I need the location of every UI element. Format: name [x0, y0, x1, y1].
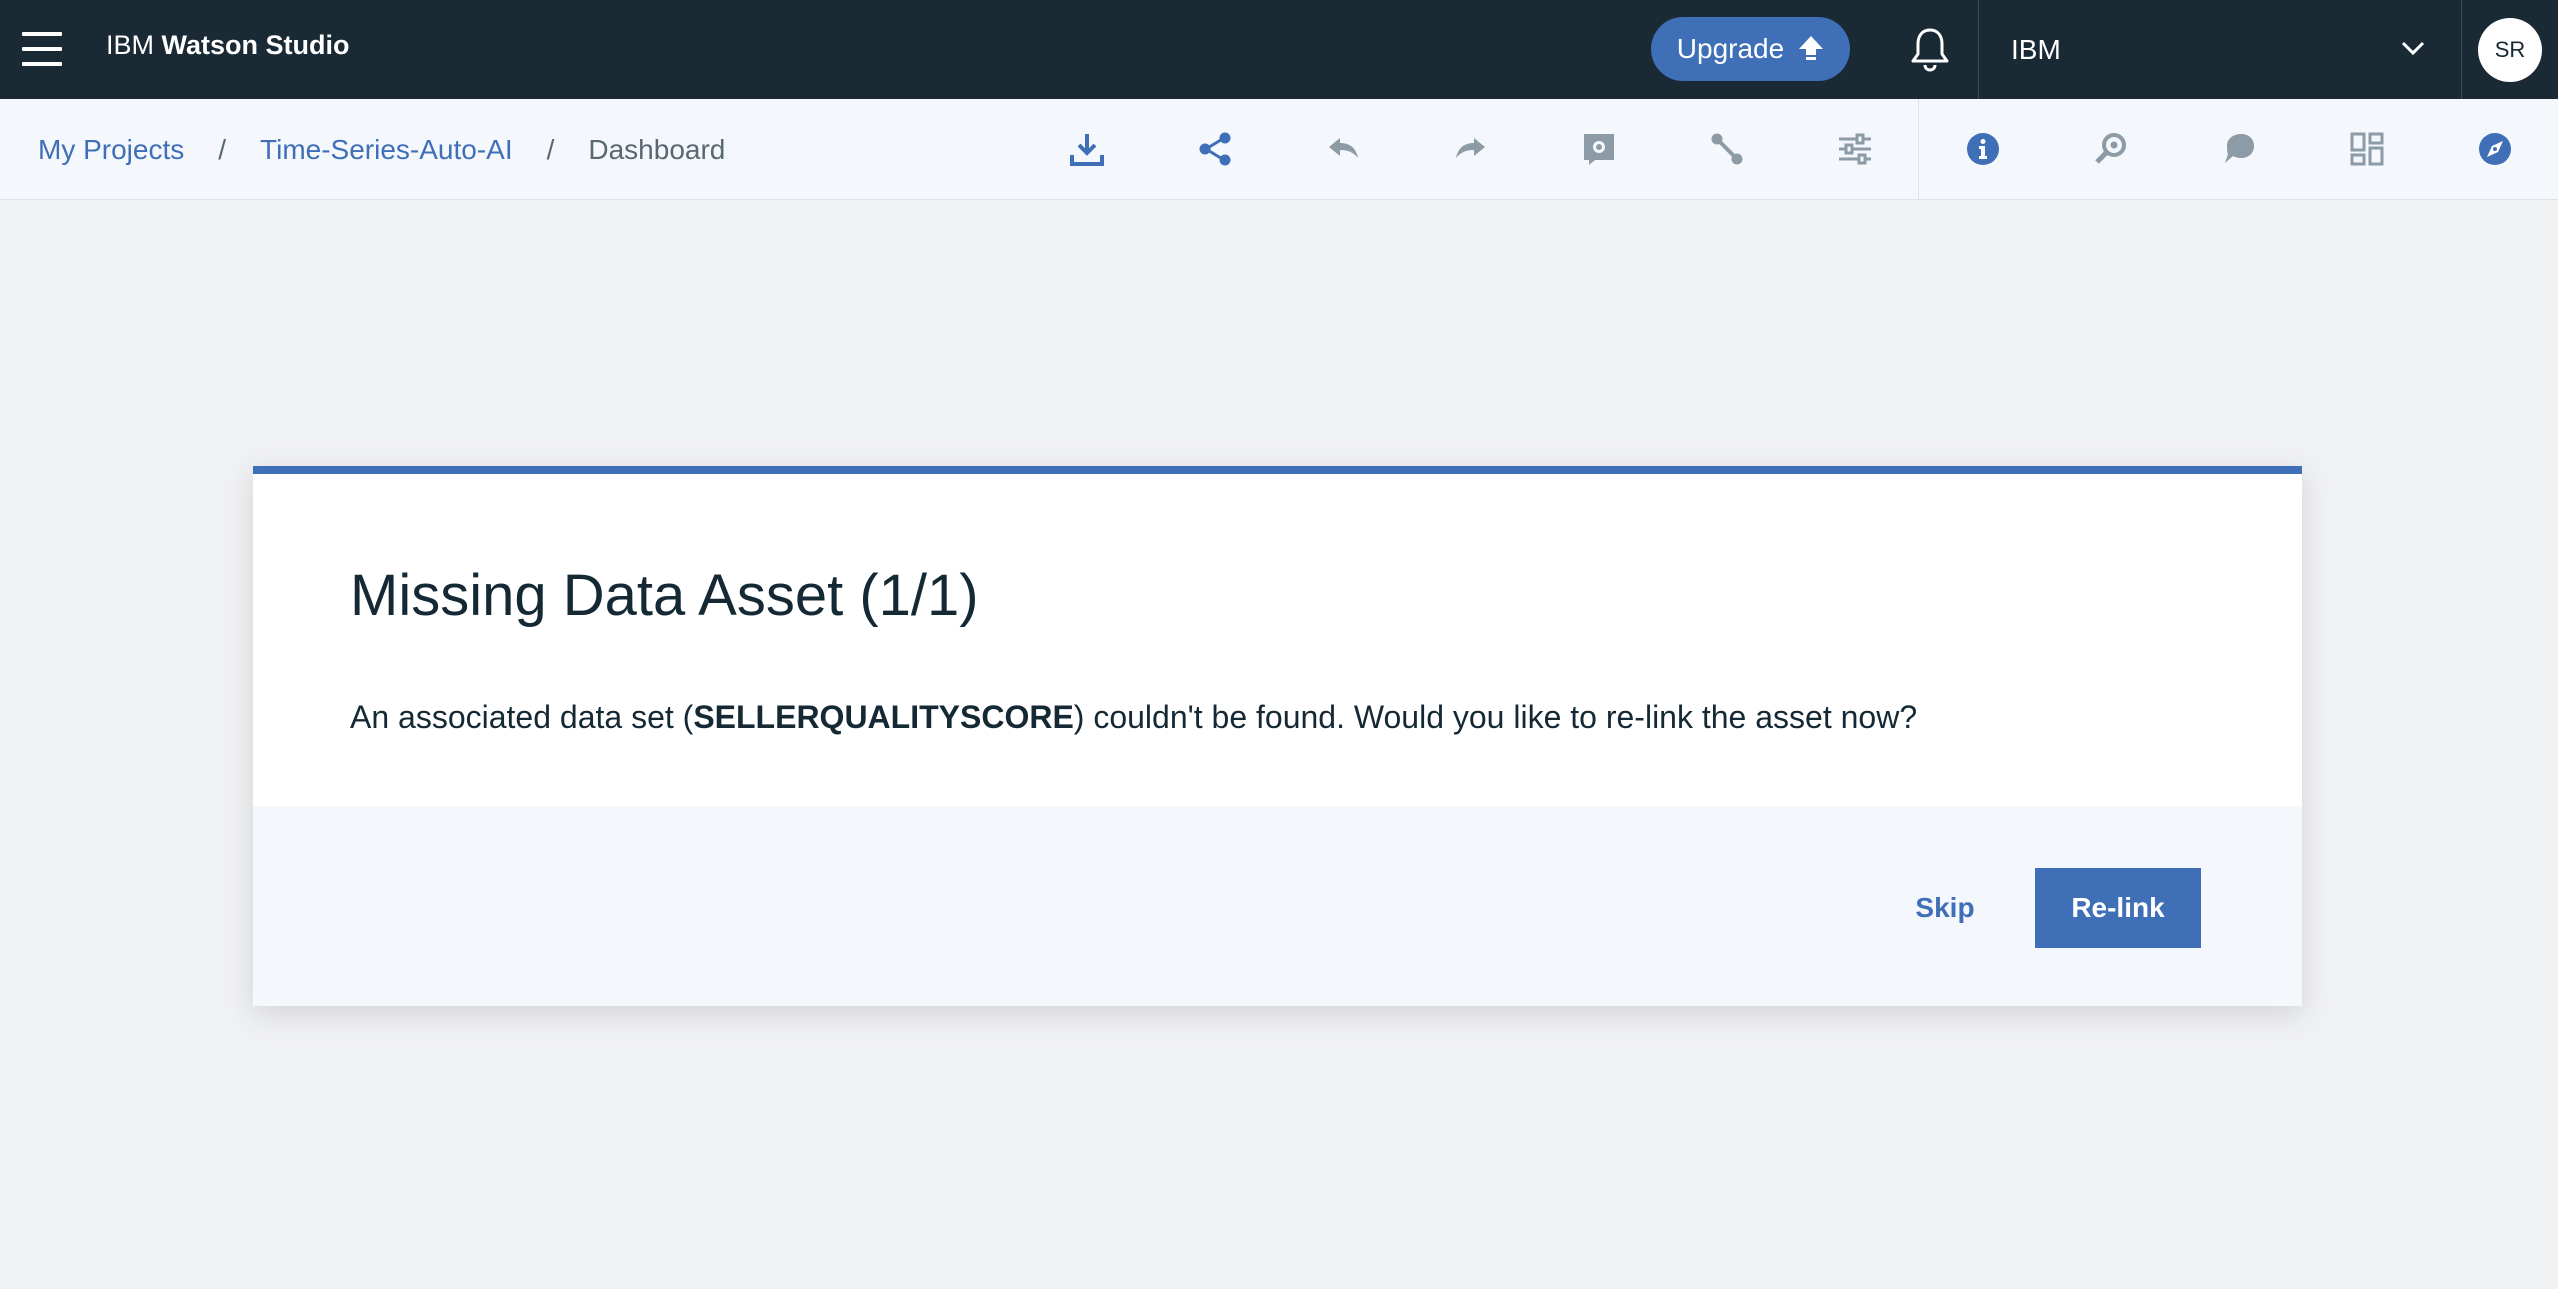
modal-footer: Skip Re-link [253, 806, 2302, 1006]
modal-title: Missing Data Asset (1/1) [350, 563, 979, 628]
account-name: IBM [2011, 34, 2061, 65]
modal-message: An associated data set (SELLERQUALITYSCO… [350, 699, 1917, 736]
breadcrumb-separator: / [218, 133, 227, 165]
settings-sliders-icon [1839, 133, 1871, 165]
user-avatar[interactable]: SR [2478, 18, 2542, 82]
hamburger-menu-icon[interactable] [22, 32, 62, 66]
modal-message-start: An associated data set ( [350, 699, 694, 735]
skip-button[interactable]: Skip [1895, 868, 1995, 948]
find-asset-button[interactable] [2087, 125, 2135, 173]
breadcrumb-current-page: Dashboard [588, 133, 726, 165]
top-header: IBM Watson Studio Upgrade IBM SR [0, 0, 2558, 99]
project-toolbar: My Projects / Time-Series-Auto-AI / Dash… [0, 99, 2558, 200]
undo-button[interactable] [1319, 125, 1367, 173]
redo-icon [1456, 138, 1485, 158]
connection-button[interactable] [1703, 125, 1751, 173]
breadcrumb: My Projects / Time-Series-Auto-AI / Dash… [38, 99, 725, 200]
comment-icon [2225, 134, 2254, 163]
breadcrumb-project[interactable]: Time-Series-Auto-AI [260, 134, 513, 166]
redo-button[interactable] [1447, 125, 1495, 173]
undo-icon [1329, 138, 1358, 158]
info-button[interactable] [1959, 125, 2007, 173]
search-asset-icon [2095, 133, 2126, 164]
app-brand[interactable]: IBM Watson Studio [106, 30, 350, 61]
explore-button[interactable] [2471, 125, 2519, 173]
chevron-down-icon [2401, 41, 2425, 56]
brand-prefix: IBM [106, 30, 155, 60]
notification-bell-icon[interactable] [1908, 26, 1952, 74]
notebook-button[interactable] [1575, 125, 1623, 173]
breadcrumb-my-projects[interactable]: My Projects [38, 134, 184, 166]
comments-button[interactable] [2215, 125, 2263, 173]
dashboard-layout-button[interactable] [2343, 125, 2391, 173]
missing-asset-name: SELLERQUALITYSCORE [693, 699, 1074, 735]
modal-message-end: ) couldn't be found. Would you like to r… [1073, 699, 1918, 735]
dashboard-grid-icon [2350, 132, 2384, 166]
download-button[interactable] [1063, 125, 1111, 173]
relink-button[interactable]: Re-link [2035, 868, 2201, 948]
missing-data-asset-modal: Missing Data Asset (1/1) An associated d… [253, 466, 2302, 1006]
notebook-icon [1584, 134, 1614, 165]
settings-button[interactable] [1831, 125, 1879, 173]
toolbar-divider [1918, 99, 1919, 200]
share-icon [1199, 132, 1231, 166]
explore-icon [2479, 133, 2511, 165]
brand-product: Watson Studio [161, 30, 350, 60]
info-icon [1967, 133, 1999, 165]
upgrade-arrow-icon [1799, 36, 1824, 60]
account-switcher[interactable]: IBM [1978, 0, 2462, 99]
connection-icon [1711, 133, 1743, 165]
download-icon [1070, 134, 1104, 166]
upgrade-button[interactable]: Upgrade [1651, 17, 1850, 81]
share-button[interactable] [1191, 125, 1239, 173]
breadcrumb-separator: / [546, 133, 555, 165]
upgrade-label: Upgrade [1676, 33, 1785, 64]
